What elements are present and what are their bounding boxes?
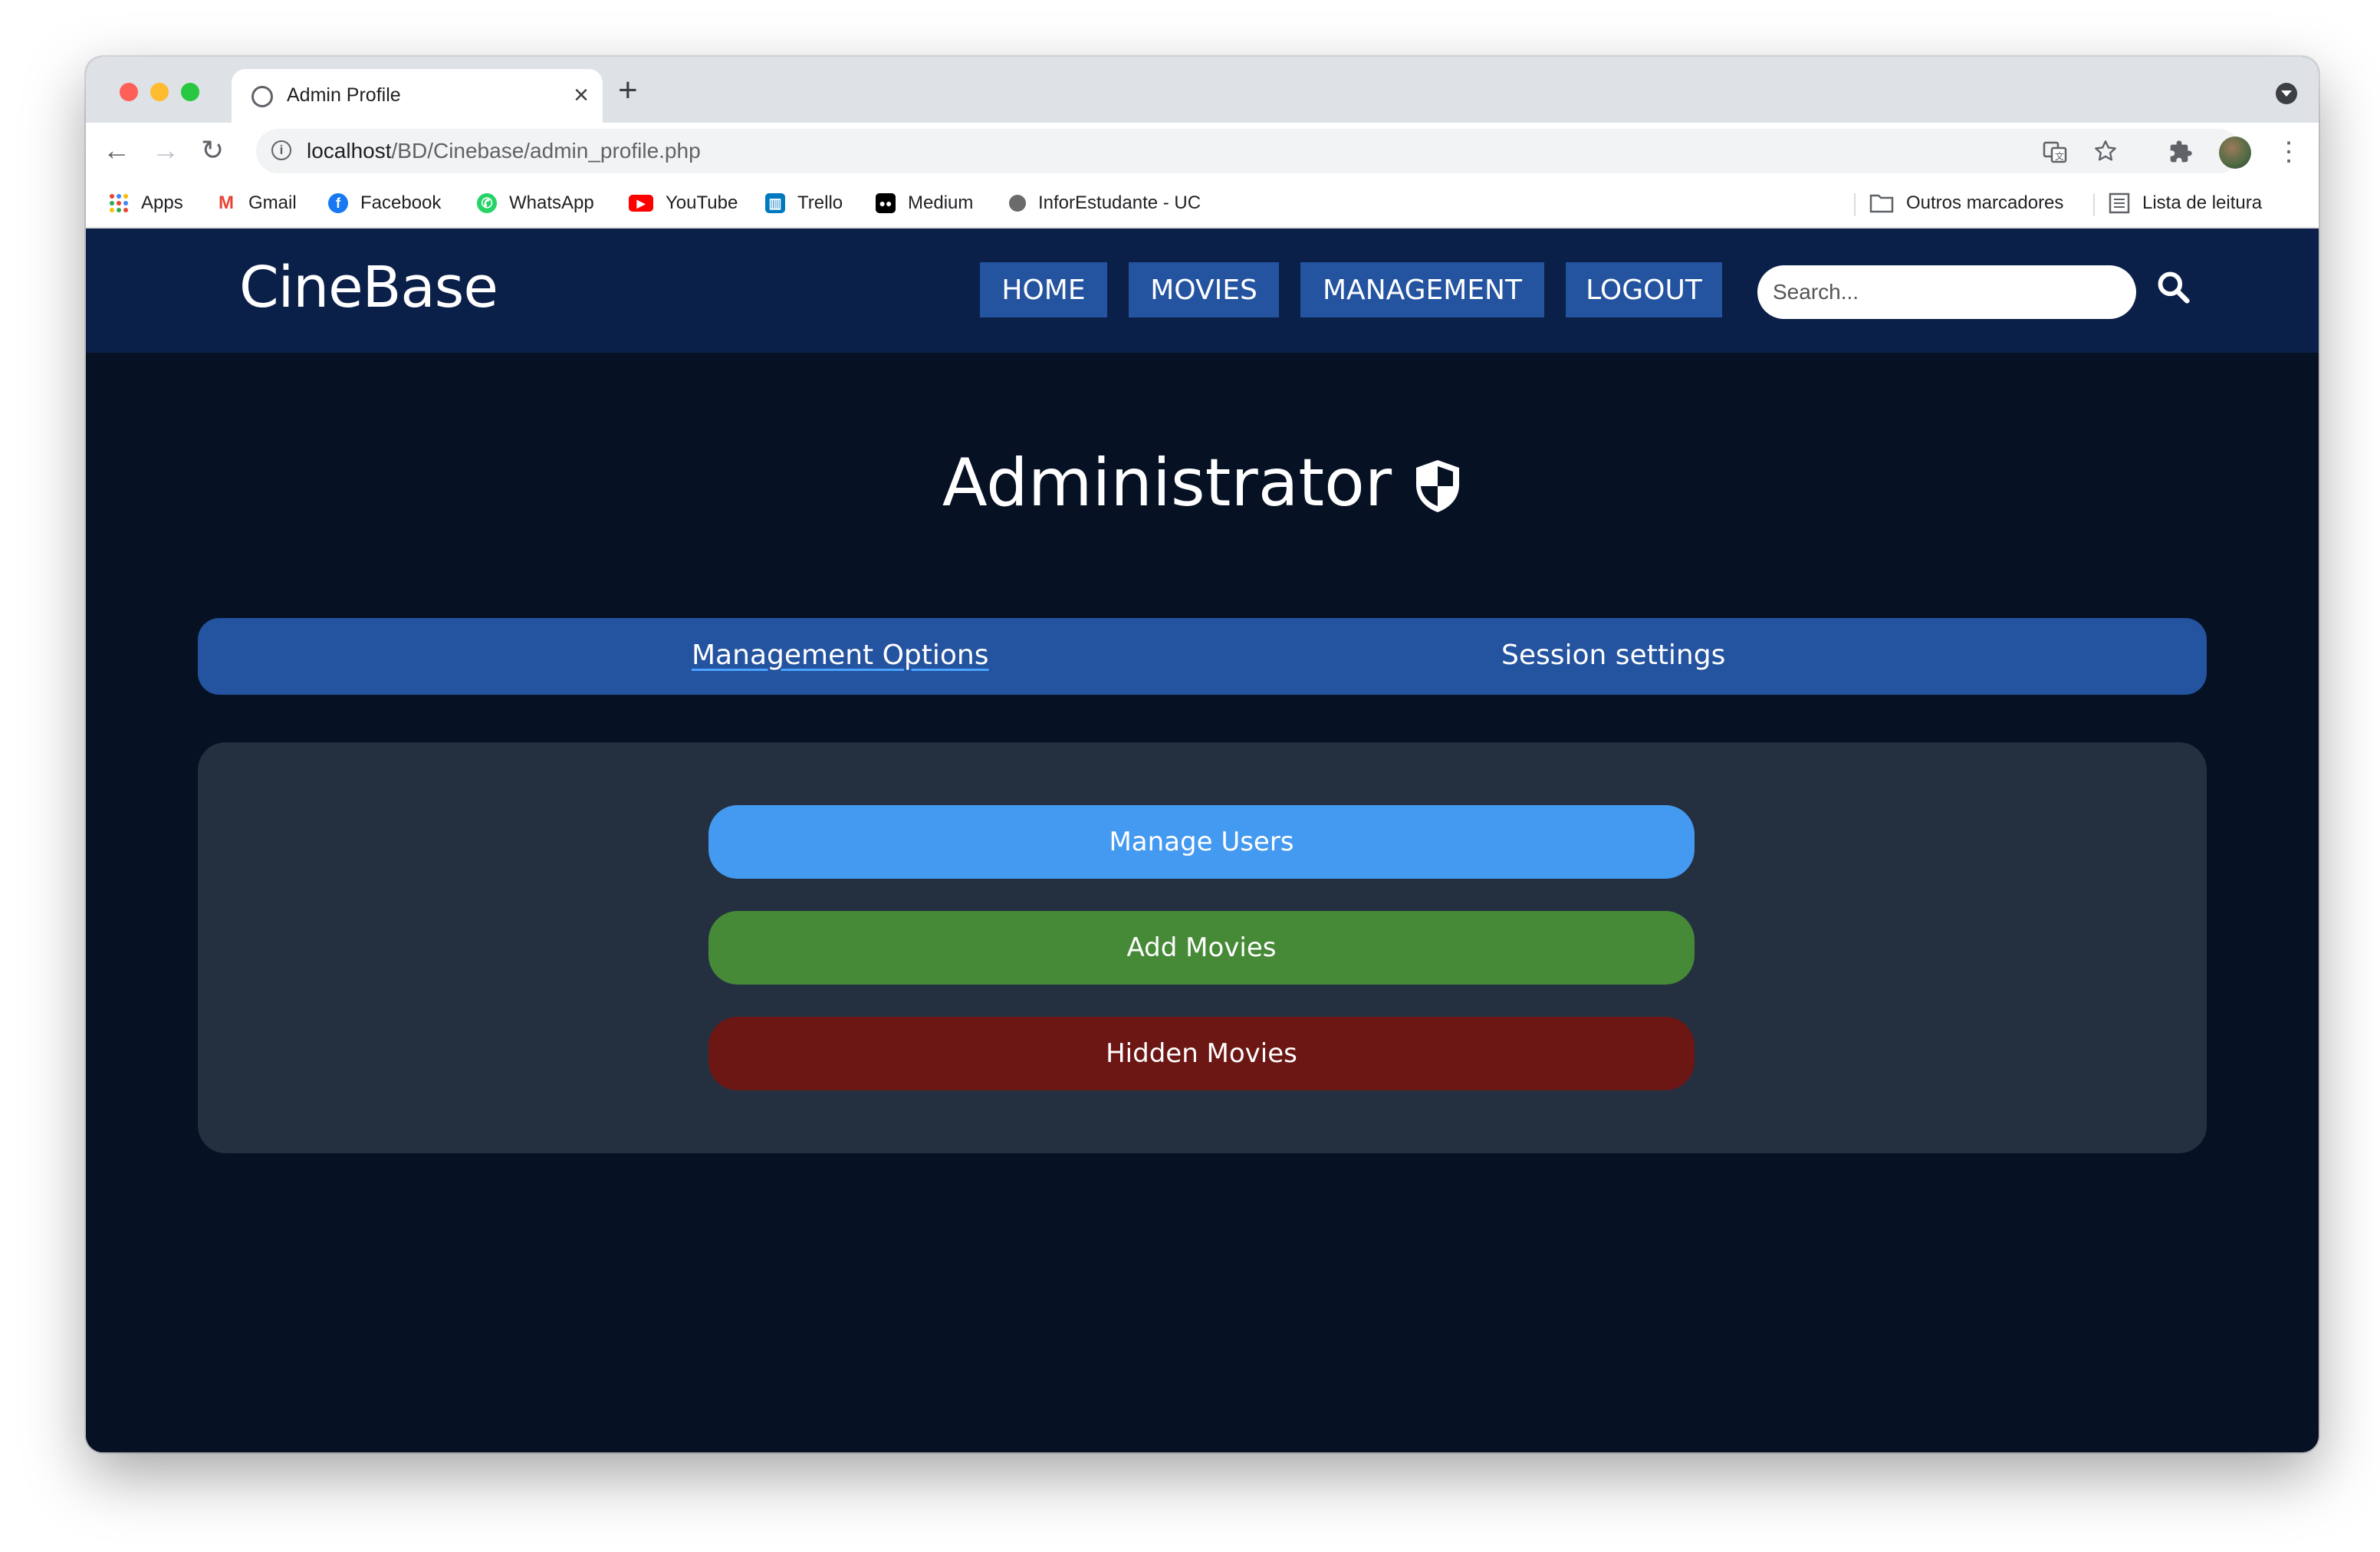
close-window-button[interactable]	[120, 83, 138, 101]
bookmark-youtube[interactable]: ▶ YouTube	[629, 190, 738, 216]
bookmark-label: Facebook	[360, 192, 442, 213]
tab-session-settings[interactable]: Session settings	[1501, 640, 1725, 671]
browser-window: Admin Profile × + ← → ↻ i localhost/BD/C…	[86, 57, 2319, 1452]
bookmark-label: WhatsApp	[509, 192, 594, 213]
bookmark-label: InforEstudante - UC	[1038, 192, 1202, 213]
add-movies-button[interactable]: Add Movies	[708, 911, 1695, 985]
bookmark-gmail[interactable]: M Gmail	[216, 190, 297, 216]
bookmark-trello[interactable]: ▥ Trello	[765, 190, 843, 216]
bookmark-label: Outros marcadores	[1906, 192, 2064, 213]
trello-icon: ▥	[765, 193, 785, 213]
browser-menu-icon[interactable]: ⋮	[2276, 135, 2302, 169]
nav-home-button[interactable]: HOME	[980, 262, 1107, 317]
url-path: /BD/Cinebase/admin_profile.php	[391, 139, 701, 163]
new-tab-button[interactable]: +	[618, 74, 638, 107]
forward-arrow-icon[interactable]: →	[152, 133, 179, 167]
extensions-puzzle-icon[interactable]	[2168, 140, 2193, 164]
bookmark-star-icon[interactable]	[2093, 139, 2118, 163]
svg-text:文: 文	[2055, 150, 2064, 162]
reading-list-icon	[2109, 192, 2130, 214]
bookmarks-bar: Apps M Gmail f Facebook ✆ WhatsApp ▶ You…	[86, 181, 2319, 229]
page-title: Administrator	[942, 445, 1392, 521]
bookmark-apps[interactable]: Apps	[109, 190, 183, 216]
address-bar[interactable]: i localhost/BD/Cinebase/admin_profile.ph…	[256, 129, 2240, 173]
tab-management-options[interactable]: Management Options	[692, 640, 989, 671]
youtube-icon: ▶	[629, 195, 653, 212]
inforestudante-icon	[1009, 195, 1026, 212]
whatsapp-icon: ✆	[477, 193, 497, 213]
manage-users-button[interactable]: Manage Users	[708, 805, 1695, 879]
reading-list-button[interactable]: Lista de leitura	[2109, 190, 2262, 216]
bookmark-medium[interactable]: ●● Medium	[876, 190, 973, 216]
page-content: CineBase HOME MOVIES MANAGEMENT LOGOUT A…	[86, 229, 2319, 1452]
medium-icon: ●●	[876, 193, 896, 213]
maximize-window-button[interactable]	[181, 83, 199, 101]
profile-avatar[interactable]	[2219, 136, 2251, 169]
hidden-movies-button[interactable]: Hidden Movies	[708, 1017, 1695, 1090]
bookmarks-separator	[2093, 193, 2095, 216]
search-icon[interactable]	[2156, 270, 2190, 304]
browser-toolbar: ← → ↻ i localhost/BD/Cinebase/admin_prof…	[86, 123, 2319, 181]
tab-close-icon[interactable]: ×	[574, 80, 589, 110]
bookmark-inforestudante[interactable]: InforEstudante - UC	[1009, 190, 1201, 216]
site-header: CineBase HOME MOVIES MANAGEMENT LOGOUT	[86, 229, 2319, 353]
management-panel: Manage Users Add Movies Hidden Movies	[198, 742, 2207, 1153]
tab-favicon-icon	[251, 86, 273, 107]
page-title-row: Administrator	[86, 445, 2319, 521]
bookmark-label: Apps	[141, 192, 183, 213]
bookmark-other-folder[interactable]: Outros marcadores	[1869, 190, 2063, 216]
minimize-window-button[interactable]	[150, 83, 169, 101]
facebook-icon: f	[328, 193, 348, 213]
nav-movies-button[interactable]: MOVIES	[1129, 262, 1279, 317]
tab-search-icon[interactable]	[2276, 83, 2297, 104]
bookmark-whatsapp[interactable]: ✆ WhatsApp	[477, 190, 594, 216]
bookmark-label: Gmail	[248, 192, 297, 213]
bookmarks-separator	[1854, 193, 1856, 216]
shield-icon	[1416, 460, 1460, 512]
bookmark-label: Trello	[797, 192, 843, 213]
tab-title: Admin Profile	[287, 84, 401, 106]
browser-tab[interactable]: Admin Profile ×	[232, 69, 603, 123]
nav-management-button[interactable]: MANAGEMENT	[1300, 262, 1544, 317]
tab-strip: Admin Profile × +	[86, 57, 2319, 123]
apps-grid-icon	[110, 194, 128, 212]
search-input[interactable]	[1757, 265, 2136, 319]
profile-tabs: Management Options Session settings	[198, 618, 2207, 695]
site-logo[interactable]: CineBase	[239, 255, 498, 321]
info-icon[interactable]: i	[271, 140, 291, 160]
bookmark-label: YouTube	[666, 192, 738, 213]
bookmark-facebook[interactable]: f Facebook	[328, 190, 441, 216]
gmail-icon: M	[216, 193, 236, 213]
reload-icon[interactable]: ↻	[201, 133, 224, 167]
url-host: localhost	[307, 139, 392, 163]
folder-icon	[1869, 194, 1894, 213]
url-text[interactable]: localhost/BD/Cinebase/admin_profile.php	[307, 139, 701, 163]
bookmark-label: Medium	[908, 192, 974, 213]
translate-icon[interactable]: 文	[2043, 140, 2067, 164]
back-arrow-icon[interactable]: ←	[103, 133, 130, 167]
nav-logout-button[interactable]: LOGOUT	[1566, 262, 1722, 317]
bookmark-label: Lista de leitura	[2142, 192, 2263, 213]
